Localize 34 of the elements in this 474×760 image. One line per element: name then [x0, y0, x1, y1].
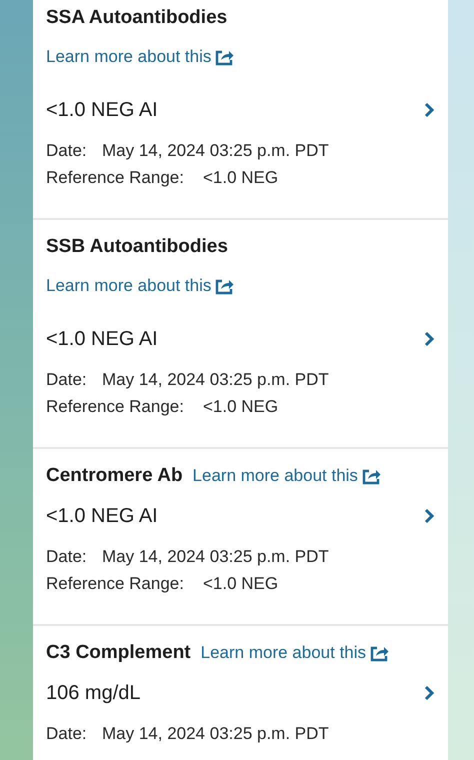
date-label: Date: [46, 369, 88, 391]
test-title: SSA Autoantibodies [46, 6, 228, 30]
date-value: May 14, 2024 03:25 p.m. PDT [102, 723, 329, 745]
date-value: May 14, 2024 03:25 p.m. PDT [102, 369, 329, 391]
reference-range-value: <1.0 NEG [203, 396, 278, 418]
date-label: Date: [46, 140, 88, 162]
test-title: SSB Autoantibodies [46, 235, 229, 259]
share-icon [215, 48, 234, 66]
chevron-right-icon[interactable] [424, 685, 434, 701]
chevron-right-icon[interactable] [424, 331, 434, 347]
share-icon [215, 278, 234, 294]
chevron-right-icon[interactable] [424, 508, 434, 524]
test-title: C3 Complement [46, 641, 191, 665]
reference-range-label: Reference Range: [46, 396, 185, 418]
learn-more-link[interactable]: Learn more about this [46, 44, 234, 70]
learn-more-link[interactable]: Learn more about this [200, 640, 390, 666]
result-value: 106 mg/dL [46, 681, 141, 706]
learn-more-link[interactable]: Learn more about this [192, 463, 381, 489]
date-value: May 14, 2024 03:25 p.m. PDT [102, 546, 329, 568]
learn-more-link[interactable]: Learn more about this [46, 273, 234, 299]
share-icon [362, 468, 381, 484]
share-icon [370, 644, 390, 662]
reference-range-label: Reference Range: [46, 573, 185, 595]
result-value: <1.0 NEG AI [46, 504, 158, 529]
result-value: <1.0 NEG AI [46, 327, 158, 352]
date-label: Date: [46, 723, 88, 745]
result-value: <1.0 NEG AI [46, 98, 158, 123]
date-label: Date: [46, 546, 88, 568]
chevron-right-icon[interactable] [424, 102, 434, 118]
reference-range-value: <1.0 NEG [203, 573, 278, 595]
reference-range-label: Reference Range: [46, 167, 185, 189]
date-value: May 14, 2024 03:25 p.m. PDT [102, 140, 329, 162]
reference-range-value: <1.0 NEG [203, 167, 278, 189]
test-title: Centromere Ab [46, 464, 183, 488]
